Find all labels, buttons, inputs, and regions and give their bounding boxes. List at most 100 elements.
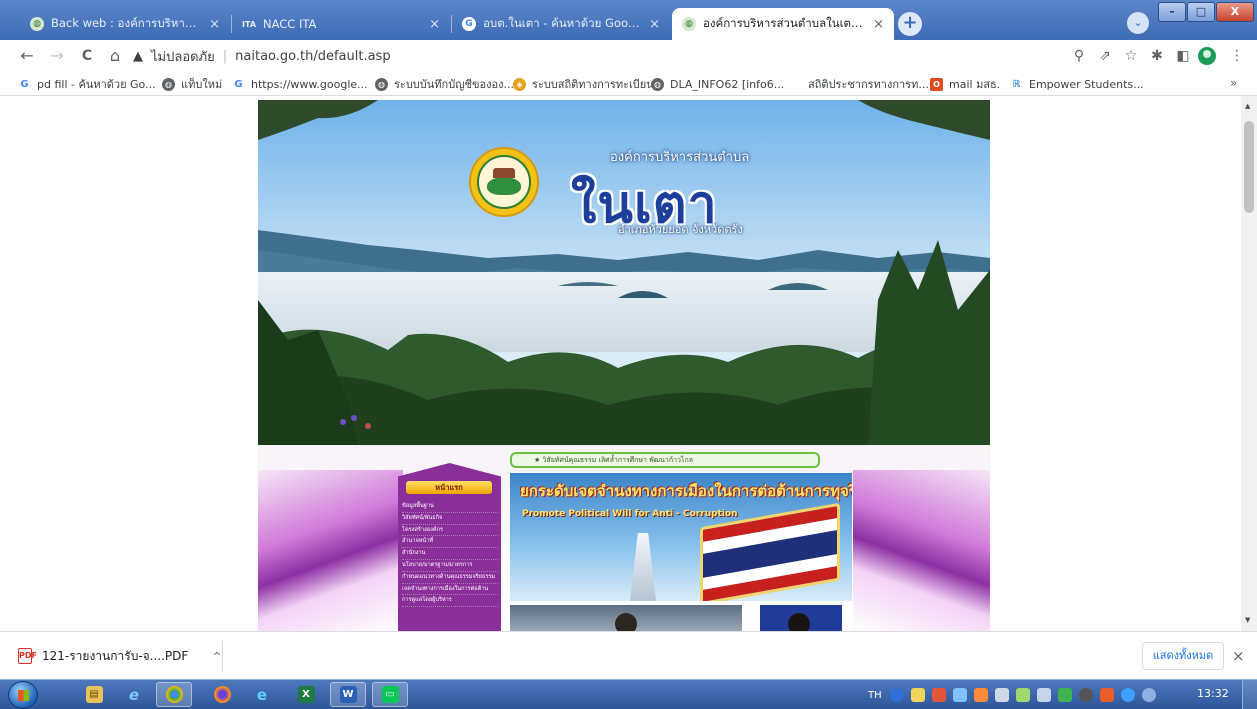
app-tray-icon[interactable] [1078, 688, 1093, 702]
menu-item[interactable]: ข้อมูลพื้นฐาน [402, 501, 498, 513]
tab-close-icon[interactable]: × [209, 17, 220, 32]
bookmark-star-icon[interactable]: ☆ [1120, 45, 1142, 67]
close-download-bar-icon[interactable]: × [1232, 647, 1245, 665]
show-desktop-button[interactable] [1242, 680, 1257, 709]
tab-naitao-active[interactable]: ◍ องค์การบริหารส่วนตำบลในเตา เลขที่ 1 × [672, 8, 894, 40]
tab-close-icon[interactable]: × [649, 17, 660, 32]
menu-item[interactable]: วิสัยทัศน์/พันธกิจ [402, 513, 498, 525]
shield-icon[interactable] [1141, 688, 1156, 702]
banner-title: ยกระดับเจตจำนงทางการเมืองในการต่อต้านการ… [520, 482, 852, 500]
taskbar-clock[interactable]: 13:32 [1197, 687, 1229, 700]
chevron-up-icon[interactable]: ^ [212, 650, 221, 663]
tab-back-web[interactable]: ◍ Back web : องค์การบริหารส่วนตำบลใ × [20, 8, 230, 40]
address-bar[interactable]: ▲ ไม่ปลอดภัย | naitao.go.th/default.asp [133, 44, 1133, 68]
firefox-taskbar-button[interactable]: ◉ [204, 682, 240, 707]
extensions-icon[interactable]: ✱ [1146, 45, 1168, 67]
line-taskbar-button[interactable]: ▭ [372, 682, 408, 707]
bookmark-item[interactable]: O mail มสธ. [930, 76, 1000, 92]
bookmark-label: แท็บใหม่ [181, 78, 223, 91]
google-icon: G [462, 17, 476, 31]
download-item[interactable]: PDF 121-รายงานการับ-จ....PDF ^ [18, 644, 222, 668]
antivirus-icon[interactable] [931, 688, 946, 702]
tab-google-search[interactable]: G อบต.ในเตา - ค้นหาด้วย Google × [452, 8, 670, 40]
maximize-button[interactable]: □ [1187, 2, 1215, 22]
chrome-taskbar-button[interactable]: ● [156, 682, 192, 707]
democracy-monument-image [630, 533, 656, 601]
bookmark-label: ระบบบันทึกบัญชีขององ... [394, 78, 514, 91]
tab-nacc-ita[interactable]: ITA NACC ITA × [232, 8, 450, 40]
window-close-button[interactable]: X [1216, 2, 1254, 22]
show-all-downloads-button[interactable]: แสดงทั้งหมด [1142, 642, 1224, 670]
tab-close-icon[interactable]: × [429, 17, 440, 32]
bookmark-item[interactable]: ◈ ระบบสถิติทางการทะเบียน [513, 76, 654, 92]
menu-item[interactable]: กำหนดแนวทางด้านคุณธรรมจริยธรรม [402, 572, 498, 584]
bluetooth-icon[interactable] [952, 688, 967, 702]
signal-icon[interactable] [1036, 688, 1051, 702]
tab-close-icon[interactable]: × [873, 17, 884, 32]
device-icon[interactable] [994, 688, 1009, 702]
globe-icon: ◍ [682, 17, 696, 31]
new-tab-button[interactable]: + [898, 12, 922, 36]
zoom-icon[interactable]: ⚲ [1068, 45, 1090, 67]
forward-button[interactable]: → [46, 45, 68, 67]
menu-item[interactable]: เจตจำนงทางการเมืองในการต่อต้าน [402, 584, 498, 596]
minimize-button[interactable]: – [1158, 2, 1186, 22]
bookmark-label: DLA_INFO62 [info6... [670, 77, 785, 91]
menu-item[interactable]: นโยบาย/มาตรฐาน/มาตรการ [402, 560, 498, 572]
bookmark-item[interactable]: ℝ Empower Students... [1010, 76, 1143, 92]
bookmarks-overflow-button[interactable]: » [1230, 76, 1237, 90]
ie-taskbar-button[interactable]: e [116, 682, 152, 707]
security-status[interactable]: ไม่ปลอดภัย [151, 46, 215, 67]
back-button[interactable]: ← [16, 45, 38, 67]
volume-icon[interactable] [1099, 688, 1114, 702]
menu-icon[interactable]: ⋮ [1226, 45, 1248, 67]
bookmark-item[interactable]: G https://www.google... [232, 76, 367, 92]
edge-taskbar-button[interactable]: e [244, 682, 280, 707]
bookmark-item[interactable]: ◍ DLA_INFO62 [info6... [651, 76, 784, 92]
bookmark-item[interactable]: ◍ แท็บใหม่ [162, 76, 222, 92]
scroll-up-arrow-icon[interactable]: ▲ [1245, 102, 1250, 110]
start-button[interactable] [8, 681, 38, 709]
menu-item[interactable]: การดูแลโดยผู้บริหาร [402, 595, 498, 608]
scroll-down-arrow-icon[interactable]: ▼ [1245, 616, 1250, 624]
home-button[interactable]: ⌂ [104, 45, 126, 67]
executive-photo[interactable] [510, 605, 742, 631]
menu-home-button[interactable]: หน้าแรก [406, 481, 492, 494]
menu-item[interactable]: สำนักงาน [402, 548, 498, 560]
side-panel-icon[interactable]: ◧ [1172, 45, 1194, 67]
decorative-wave-left [258, 470, 403, 631]
profile-avatar[interactable] [1198, 47, 1216, 65]
language-indicator[interactable]: TH [868, 690, 882, 701]
share-icon[interactable]: ⇗ [1094, 45, 1116, 67]
usb-icon[interactable] [910, 688, 925, 702]
warning-icon[interactable]: ▲ [133, 49, 143, 64]
update-icon[interactable] [973, 688, 988, 702]
news-ticker[interactable]: ★ วิสัยทัศน์คุณธรรม เลิศล้ำการศึกษา พัฒน… [510, 452, 820, 468]
bookmark-item[interactable]: สถิติประชากรทางการท... [808, 76, 929, 92]
word-taskbar-button[interactable]: W [330, 682, 366, 707]
explorer-taskbar-button[interactable]: ▤ [76, 682, 112, 707]
bookmark-item[interactable]: ◍ ระบบบันทึกบัญชีขององ... [375, 76, 514, 92]
line-tray-icon[interactable] [1057, 688, 1072, 702]
folder-icon: ▤ [85, 686, 103, 703]
bookmark-item[interactable]: G pd fill - ค้นหาด้วย Go... [18, 76, 155, 92]
menu-item[interactable]: อำนาจหน้าที่ [402, 536, 498, 549]
menu-item[interactable]: โครงสร้างองค์กร [402, 525, 498, 537]
organization-seal-logo[interactable] [469, 147, 539, 217]
anti-corruption-banner[interactable]: ยกระดับเจตจำนงทางการเมืองในการต่อต้านการ… [510, 473, 852, 601]
site-content-area: ★ วิสัยทัศน์คุณธรรม เลิศล้ำการศึกษา พัฒน… [258, 445, 990, 631]
pdf-icon: PDF [18, 648, 37, 664]
url-text[interactable]: naitao.go.th/default.asp [235, 49, 390, 64]
cloud-icon[interactable] [1120, 688, 1135, 702]
excel-taskbar-button[interactable]: X [288, 682, 324, 707]
reload-button[interactable]: C [76, 45, 98, 67]
tab-search-button[interactable]: ⌄ [1127, 12, 1149, 34]
network-icon[interactable] [1015, 688, 1030, 702]
help-icon[interactable] [889, 688, 904, 702]
globe-icon: ◍ [30, 17, 44, 31]
scrollbar-thumb[interactable] [1244, 121, 1254, 213]
page-scrollbar[interactable]: ▲ ▼ [1241, 96, 1257, 631]
tab-title: อบต.ในเตา - ค้นหาด้วย Google [483, 16, 642, 30]
bookmarks-bar: G pd fill - ค้นหาด้วย Go... ◍ แท็บใหม่ G… [0, 72, 1257, 96]
executive-photo[interactable] [760, 605, 842, 631]
